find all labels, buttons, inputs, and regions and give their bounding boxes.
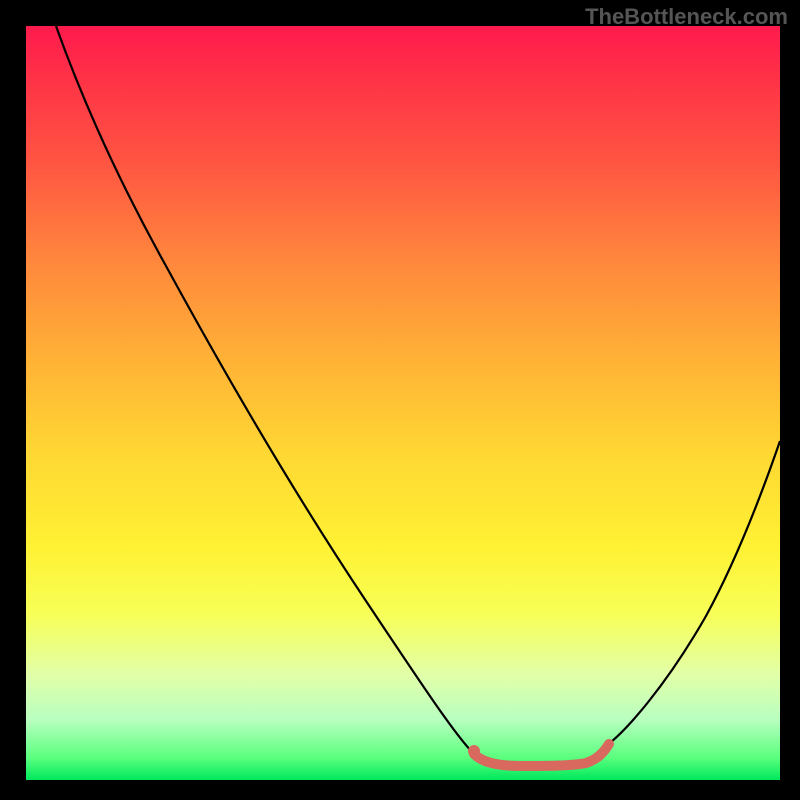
optimum-band [474, 744, 609, 766]
bottleneck-curve-right [606, 441, 780, 746]
watermark-text: TheBottleneck.com [585, 4, 788, 30]
chart-plot-area [26, 26, 780, 780]
optimum-marker [468, 745, 480, 757]
chart-svg [26, 26, 780, 780]
bottleneck-curve-left [56, 26, 474, 754]
